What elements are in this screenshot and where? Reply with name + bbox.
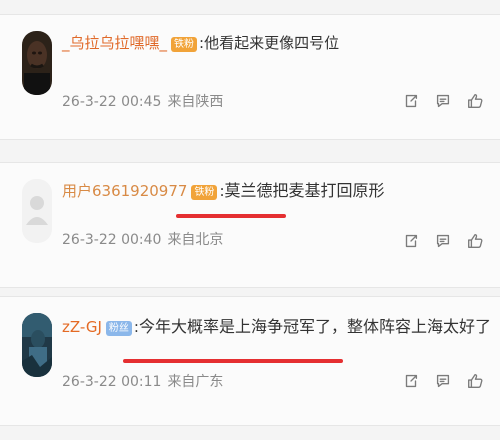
comments-page: _乌拉乌拉嘿嘿_ 铁粉:他看起来更像四号位 26-3-22 00:45 来自陕西 — [0, 0, 500, 440]
username-link[interactable]: _乌拉乌拉嘿嘿_ — [62, 34, 167, 52]
share-icon[interactable] — [400, 90, 422, 112]
comment-meta: 26-3-22 00:11 来自广东 — [62, 373, 223, 391]
fan-badge: 粉丝 — [105, 321, 132, 336]
comment-item: _乌拉乌拉嘿嘿_ 铁粉:他看起来更像四号位 26-3-22 00:45 来自陕西 — [0, 14, 500, 140]
highlight-underline — [176, 214, 286, 218]
comment-location: 来自北京 — [167, 232, 224, 248]
avatar[interactable] — [22, 31, 52, 95]
share-icon[interactable] — [400, 370, 422, 392]
comment-date: 26-3-22 00:40 — [62, 232, 162, 248]
comment-actions — [400, 227, 486, 255]
comment-text: 今年大概率是上海争冠军了，整体阵容上海太好了 — [138, 317, 491, 336]
avatar[interactable] — [22, 179, 52, 243]
comment-item: 用户6361920977 铁粉:莫兰德把麦基打回原形 26-3-22 00:40 来… — [0, 162, 500, 288]
comment-text: 他看起来更像四号位 — [204, 34, 340, 52]
comment-date: 26-3-22 00:11 — [62, 374, 162, 390]
comment-text: 莫兰德把麦基打回原形 — [224, 181, 385, 200]
fan-badge: 铁粉 — [171, 37, 198, 52]
comment-icon[interactable] — [432, 230, 454, 252]
comment-header: _乌拉乌拉嘿嘿_ 铁粉:他看起来更像四号位 — [62, 33, 339, 53]
username-link[interactable]: zZ-GJ — [62, 318, 102, 336]
comment-meta: 26-3-22 00:45 来自陕西 — [62, 93, 223, 111]
comment-location: 来自广东 — [167, 374, 224, 390]
comment-header: zZ-GJ 粉丝:今年大概率是上海争冠军了，整体阵容上海太好了 — [62, 317, 491, 337]
comment-item: zZ-GJ 粉丝:今年大概率是上海争冠军了，整体阵容上海太好了 26-3-22 0… — [0, 296, 500, 426]
comment-header: 用户6361920977 铁粉:莫兰德把麦基打回原形 — [62, 181, 385, 201]
avatar[interactable] — [22, 313, 52, 377]
fan-badge: 铁粉 — [191, 185, 218, 200]
like-icon[interactable] — [464, 370, 486, 392]
comment-meta: 26-3-22 00:40 来自北京 — [62, 231, 223, 249]
username-link[interactable]: 用户6361920977 — [62, 182, 187, 200]
comment-location: 来自陕西 — [167, 94, 224, 110]
like-icon[interactable] — [464, 90, 486, 112]
comment-icon[interactable] — [432, 370, 454, 392]
comment-actions — [400, 87, 486, 115]
like-icon[interactable] — [464, 230, 486, 252]
comment-icon[interactable] — [432, 90, 454, 112]
highlight-underline — [123, 359, 343, 363]
share-icon[interactable] — [400, 230, 422, 252]
comment-actions — [400, 367, 486, 395]
comment-date: 26-3-22 00:45 — [62, 94, 162, 110]
